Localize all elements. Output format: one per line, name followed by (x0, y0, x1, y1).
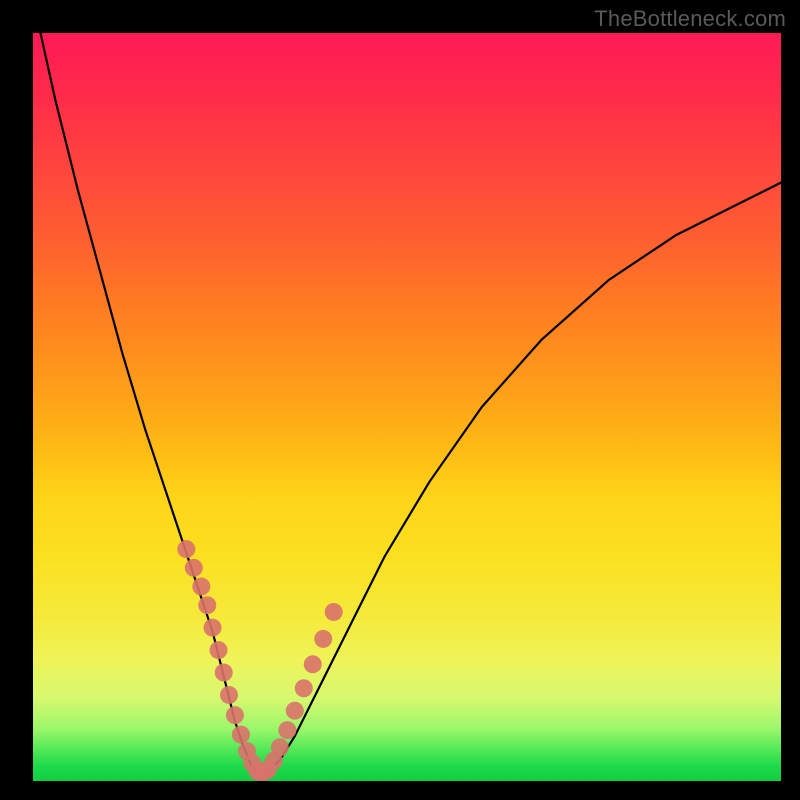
marker-dot (232, 726, 250, 744)
marker-dot (226, 706, 244, 724)
marker-dot (278, 721, 296, 739)
curve-layer (33, 33, 781, 781)
watermark-text: TheBottleneck.com (594, 6, 786, 32)
marker-dot (192, 578, 210, 596)
marker-dot (220, 686, 238, 704)
marker-dot (314, 630, 332, 648)
marker-dot (325, 603, 343, 621)
marker-dot (204, 619, 222, 637)
marker-dot (215, 664, 233, 682)
plot-area (33, 33, 781, 781)
chart-frame: TheBottleneck.com (0, 0, 800, 800)
marker-dot (210, 641, 228, 659)
marker-dot (295, 679, 313, 697)
marker-dot (271, 738, 289, 756)
marker-dot (177, 540, 195, 558)
marker-dot (286, 702, 304, 720)
bottleneck-curve (40, 33, 781, 774)
highlight-markers (177, 540, 342, 781)
marker-dot (198, 596, 216, 614)
marker-dot (304, 655, 322, 673)
marker-dot (185, 559, 203, 577)
